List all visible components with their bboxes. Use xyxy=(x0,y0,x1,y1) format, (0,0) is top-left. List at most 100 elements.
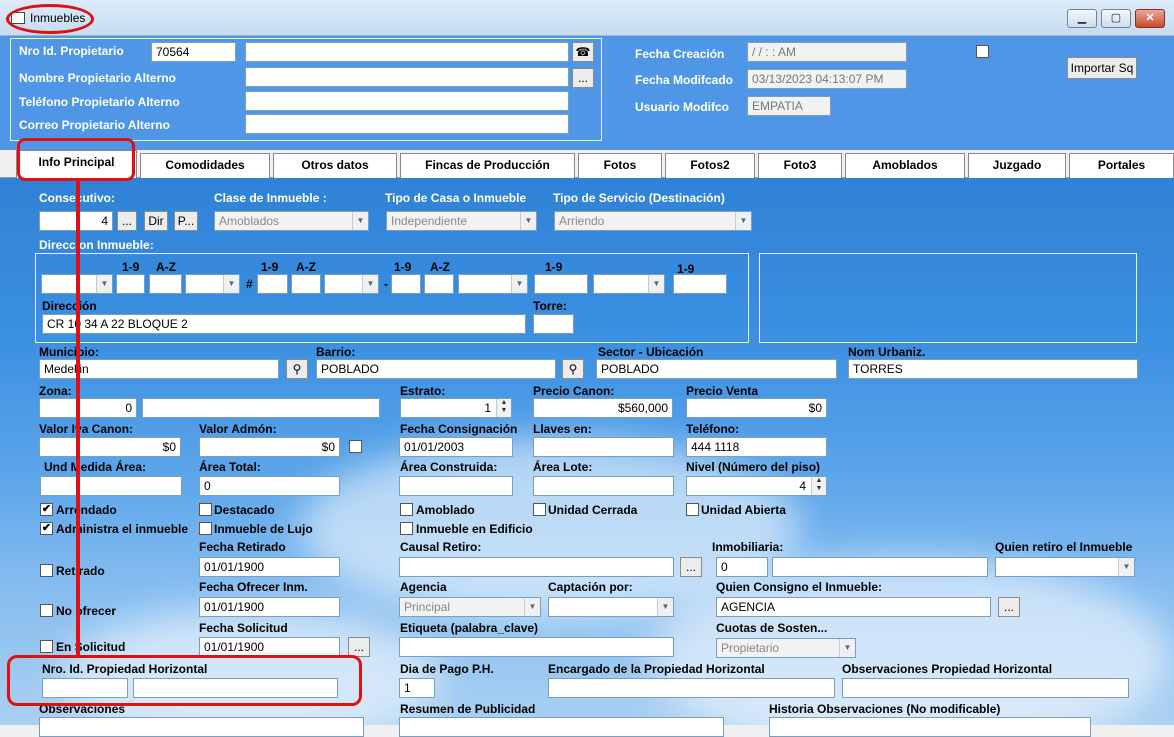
cuotas-select[interactable]: Propietario ▼ xyxy=(716,638,856,658)
tab-portales[interactable]: Portales xyxy=(1069,153,1174,178)
spinner-arrows-icon[interactable]: ▲ ▼ xyxy=(496,399,511,417)
causal-retiro-input[interactable] xyxy=(399,557,674,577)
en-solicitud-checkbox[interactable] xyxy=(40,640,53,653)
tab-fotos2[interactable]: Fotos2 xyxy=(665,153,755,178)
via-letra-input[interactable] xyxy=(149,274,182,294)
direccion-input[interactable]: CR 10 34 A 22 BLOQUE 2 xyxy=(42,314,526,334)
tipo-casa-select[interactable]: Independiente ▼ xyxy=(386,211,537,231)
nombre-lookup-button[interactable]: ... xyxy=(572,68,594,88)
placa-numero-input[interactable] xyxy=(391,274,421,294)
fecha-modificado-input[interactable]: 03/13/2023 04:13:07 PM xyxy=(747,69,907,89)
barrio-input[interactable]: POBLADO xyxy=(316,359,556,379)
via-numero-input[interactable] xyxy=(116,274,145,294)
cruce-numero-input[interactable] xyxy=(257,274,288,294)
owner-name-display[interactable] xyxy=(245,42,569,62)
consecutivo-lookup-button[interactable]: ... xyxy=(117,211,137,231)
municipio-input[interactable]: Medellin xyxy=(39,359,279,379)
fecha-solicitud-button[interactable]: ... xyxy=(348,637,370,657)
tab-foto3[interactable]: Foto3 xyxy=(758,153,842,178)
placa-letra-input[interactable] xyxy=(424,274,454,294)
inmobiliaria-id-input[interactable]: 0 xyxy=(716,557,768,577)
obs-ph-input[interactable] xyxy=(842,678,1129,698)
encargado-ph-input[interactable] xyxy=(548,678,835,698)
administra-checkbox[interactable]: ✔ xyxy=(40,522,53,535)
retirado-checkbox[interactable] xyxy=(40,564,53,577)
no-ofrecer-checkbox[interactable] xyxy=(40,604,53,617)
fecha-creacion-input[interactable]: / / : : AM xyxy=(747,42,907,62)
precio-canon-input[interactable]: $560,000 xyxy=(533,398,673,418)
fecha-retirado-input[interactable]: 01/01/1900 xyxy=(199,557,340,577)
quien-consigno-lookup-button[interactable]: ... xyxy=(998,597,1020,617)
minimize-button[interactable]: ▁ xyxy=(1067,9,1097,28)
admon-checkbox[interactable] xyxy=(349,440,362,453)
iva-canon-input[interactable]: $0 xyxy=(39,437,181,457)
quien-consigno-input[interactable]: AGENCIA xyxy=(716,597,991,617)
dia-pago-input[interactable]: 1 xyxy=(399,678,435,698)
area-total-input[interactable]: 0 xyxy=(199,476,340,496)
captacion-select[interactable]: ▼ xyxy=(548,597,674,617)
nombre-alterno-input[interactable] xyxy=(245,67,569,87)
torre-input[interactable] xyxy=(533,314,574,334)
complemento-select[interactable]: ▼ xyxy=(593,274,665,294)
area-construida-input[interactable] xyxy=(399,476,513,496)
binoculars-icon[interactable]: ⚲ xyxy=(286,359,308,379)
tab-otros-datos[interactable]: Otros datos xyxy=(273,153,397,178)
estrato-spinner[interactable]: 1 ▲ ▼ xyxy=(400,398,512,418)
dir-button[interactable]: Dir xyxy=(144,211,168,231)
resumen-input[interactable] xyxy=(399,717,724,737)
tipo-servicio-select[interactable]: Arriendo ▼ xyxy=(554,211,752,231)
fecha-consignacion-input[interactable]: 01/01/2003 xyxy=(399,437,513,457)
importar-button[interactable]: Importar Sq xyxy=(1067,57,1137,79)
close-button[interactable]: ✕ xyxy=(1135,9,1165,28)
area-lote-input[interactable] xyxy=(533,476,674,496)
fecha-solicitud-input[interactable]: 01/01/1900 xyxy=(199,637,340,657)
destacado-checkbox[interactable] xyxy=(199,503,212,516)
urbaniz-input[interactable]: TORRES xyxy=(848,359,1138,379)
agencia-select[interactable]: Principal ▼ xyxy=(399,597,541,617)
p-button[interactable]: P... xyxy=(174,211,198,231)
binoculars-icon[interactable]: ⚲ xyxy=(562,359,584,379)
phone-icon[interactable]: ☎ xyxy=(572,42,594,62)
nivel-spinner[interactable]: 4 ▲ ▼ xyxy=(686,476,827,496)
tab-comodidades[interactable]: Comodidades xyxy=(140,153,270,178)
complemento2-input[interactable] xyxy=(673,274,727,294)
placa-sufijo-select[interactable]: ▼ xyxy=(458,274,528,294)
arrendado-checkbox[interactable]: ✔ xyxy=(40,503,53,516)
clase-inmueble-select[interactable]: Amoblados ▼ xyxy=(214,211,369,231)
sector-input[interactable]: POBLADO xyxy=(596,359,837,379)
cruce-sufijo-select[interactable]: ▼ xyxy=(324,274,379,294)
precio-venta-input[interactable]: $0 xyxy=(686,398,827,418)
unidad-abierta-checkbox[interactable] xyxy=(686,503,699,516)
zona-input[interactable]: 0 xyxy=(39,398,137,418)
unidad-cerrada-checkbox[interactable] xyxy=(533,503,546,516)
edificio-checkbox[interactable] xyxy=(400,522,413,535)
cruce-letra-input[interactable] xyxy=(291,274,321,294)
tab-fotos[interactable]: Fotos xyxy=(578,153,662,178)
observaciones-input[interactable] xyxy=(39,717,364,737)
zona-descripcion-input[interactable] xyxy=(142,398,380,418)
quien-retiro-select[interactable]: ▼ xyxy=(995,557,1135,577)
tab-amoblados[interactable]: Amoblados xyxy=(845,153,965,178)
complemento-numero-input[interactable] xyxy=(534,274,588,294)
tab-fincas[interactable]: Fincas de Producción xyxy=(400,153,575,178)
telefono-alterno-input[interactable] xyxy=(245,91,569,111)
tab-juzgado[interactable]: Juzgado xyxy=(968,153,1066,178)
usuario-modifico-input[interactable]: EMPATIA xyxy=(747,96,831,116)
fecha-ofrecer-input[interactable]: 01/01/1900 xyxy=(199,597,340,617)
spinner-arrows-icon[interactable]: ▲ ▼ xyxy=(811,477,826,495)
header-checkbox[interactable] xyxy=(976,45,989,58)
correo-alterno-input[interactable] xyxy=(245,114,569,134)
valor-admon-input[interactable]: $0 xyxy=(199,437,340,457)
llaves-input[interactable] xyxy=(533,437,674,457)
causal-lookup-button[interactable]: ... xyxy=(680,557,702,577)
etiqueta-input[interactable] xyxy=(399,637,674,657)
inmobiliaria-nombre-input[interactable] xyxy=(772,557,988,577)
via-sufijo-select[interactable]: ▼ xyxy=(185,274,240,294)
nro-propietario-input[interactable]: 70564 xyxy=(151,42,236,62)
maximize-button[interactable]: ▢ xyxy=(1101,9,1131,28)
telefono-input[interactable]: 444 1118 xyxy=(686,437,827,457)
chevron-down-icon: ▼ xyxy=(520,212,536,230)
lujo-checkbox[interactable] xyxy=(199,522,212,535)
amoblado-checkbox[interactable] xyxy=(400,503,413,516)
und-medida-input[interactable] xyxy=(40,476,182,496)
